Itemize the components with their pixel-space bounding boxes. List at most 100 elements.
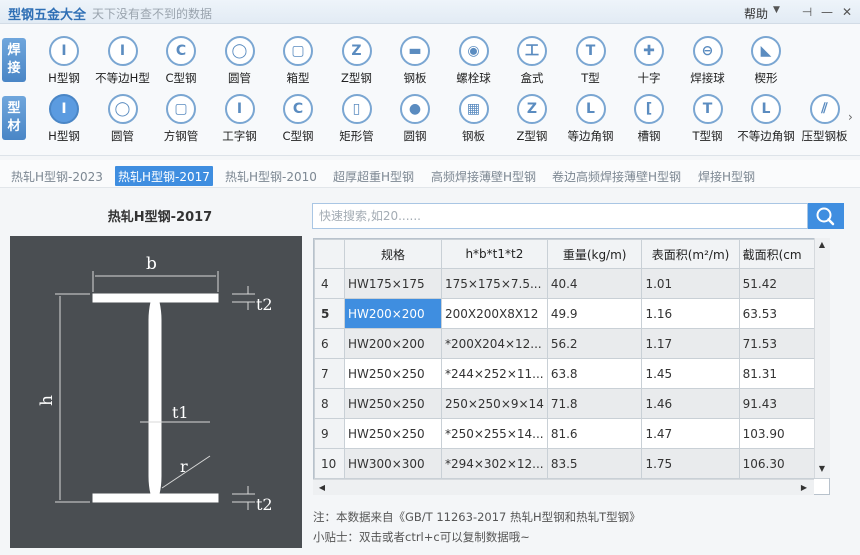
tool-row2-11[interactable]: T T型钢 bbox=[679, 94, 737, 150]
column-header[interactable]: 规格 bbox=[343, 239, 442, 269]
table-cell[interactable]: *200X204×12... bbox=[440, 328, 548, 359]
horizontal-scrollbar[interactable]: ◀ ▶ bbox=[313, 479, 814, 495]
table-cell[interactable]: 56.2 bbox=[546, 328, 643, 359]
table-cell[interactable]: 91.43 bbox=[738, 388, 823, 419]
tool-row2-9[interactable]: L 等边角钢 bbox=[562, 94, 620, 150]
row-index[interactable]: 7 bbox=[314, 358, 345, 389]
table-cell[interactable]: 40.4 bbox=[546, 268, 643, 299]
table-cell[interactable]: HW250×250 bbox=[343, 388, 442, 419]
column-header[interactable]: 重量(kg/m) bbox=[546, 239, 643, 269]
table-cell[interactable]: HW175×175 bbox=[343, 268, 442, 299]
table-cell[interactable]: 1.16 bbox=[641, 298, 740, 329]
vertical-scrollbar[interactable]: ▲ ▼ bbox=[814, 238, 830, 478]
column-header[interactable]: h*b*t1*t2 bbox=[440, 239, 548, 269]
table-cell[interactable]: HW200×200 bbox=[343, 298, 442, 329]
table-cell[interactable]: *294×302×12... bbox=[440, 448, 548, 479]
table-cell[interactable]: 1.47 bbox=[641, 418, 740, 449]
tool-row1-1[interactable]: I 不等边H型 bbox=[94, 36, 152, 92]
tool-row1-3[interactable]: ◯ 圆管 bbox=[211, 36, 269, 92]
scroll-down-icon[interactable]: ▼ bbox=[815, 464, 829, 473]
category-profile[interactable]: 型 材 bbox=[2, 96, 26, 140]
table-cell[interactable]: 175×175×7.5... bbox=[440, 268, 548, 299]
table-cell[interactable]: 250×250×9×14 bbox=[440, 388, 548, 419]
tool-row1-0[interactable]: I H型钢 bbox=[35, 36, 93, 92]
tool-row1-10[interactable]: ✚ 十字 bbox=[620, 36, 678, 92]
table-cell[interactable]: 71.53 bbox=[738, 328, 823, 359]
table-cell[interactable]: 1.01 bbox=[641, 268, 740, 299]
table-row[interactable]: 5 HW200×200 200X200X8X12 49.9 1.16 63.53 bbox=[314, 298, 829, 329]
tool-row2-7[interactable]: ▦ 钢板 bbox=[445, 94, 503, 150]
table-cell[interactable]: 63.53 bbox=[738, 298, 823, 329]
tool-row1-9[interactable]: T T型 bbox=[562, 36, 620, 92]
table-row[interactable]: 8 HW250×250 250×250×9×14 71.8 1.46 91.43 bbox=[314, 388, 829, 419]
table-cell[interactable]: 49.9 bbox=[546, 298, 643, 329]
table-cell[interactable]: *244×252×11... bbox=[440, 358, 548, 389]
scroll-left-icon[interactable]: ◀ bbox=[315, 483, 329, 492]
table-cell[interactable]: 1.45 bbox=[641, 358, 740, 389]
row-index[interactable]: 8 bbox=[314, 388, 345, 419]
table-cell[interactable]: 63.8 bbox=[546, 358, 643, 389]
table-cell[interactable]: 1.17 bbox=[641, 328, 740, 359]
subtab-5[interactable]: 卷边高频焊接薄壁H型钢 bbox=[549, 166, 684, 186]
subtab-2[interactable]: 热轧H型钢-2010 bbox=[222, 166, 320, 186]
table-cell[interactable]: 200X200X8X12 bbox=[440, 298, 548, 329]
table-cell[interactable]: HW300×300 bbox=[343, 448, 442, 479]
tool-row2-2[interactable]: ▢ 方钢管 bbox=[152, 94, 210, 150]
table-cell[interactable]: HW250×250 bbox=[343, 358, 442, 389]
scroll-up-icon[interactable]: ▲ bbox=[815, 240, 829, 249]
tool-row1-4[interactable]: ▢ 箱型 bbox=[269, 36, 327, 92]
search-input[interactable] bbox=[312, 203, 808, 229]
scroll-right-icon[interactable]: ▶ bbox=[797, 483, 811, 492]
tool-row2-5[interactable]: ▯ 矩形管 bbox=[328, 94, 386, 150]
pin-icon[interactable]: ⊣ bbox=[798, 3, 816, 21]
table-cell[interactable]: 51.42 bbox=[738, 268, 823, 299]
tool-row2-1[interactable]: ◯ 圆管 bbox=[94, 94, 152, 150]
tool-row2-10[interactable]: [槽钢 bbox=[620, 94, 678, 150]
table-cell[interactable]: 81.6 bbox=[546, 418, 643, 449]
tool-row1-11[interactable]: ⊖ 焊接球 bbox=[679, 36, 737, 92]
tool-row2-8[interactable]: Z Z型钢 bbox=[503, 94, 561, 150]
table-row[interactable]: 9 HW250×250 *250×255×14... 81.6 1.47 103.90 bbox=[314, 418, 829, 449]
tool-row1-12[interactable]: ◣ 楔形 bbox=[737, 36, 795, 92]
table-cell[interactable]: 106.30 bbox=[738, 448, 823, 479]
column-header[interactable]: 截面积(cm bbox=[738, 239, 823, 269]
subtab-6[interactable]: 焊接H型钢 bbox=[695, 166, 758, 186]
tool-row2-12[interactable]: L 不等边角钢 bbox=[737, 94, 795, 150]
table-cell[interactable]: 81.31 bbox=[738, 358, 823, 389]
subtab-4[interactable]: 高频焊接薄壁H型钢 bbox=[428, 166, 539, 186]
row-index[interactable]: 4 bbox=[314, 268, 345, 299]
row-index[interactable]: 5 bbox=[314, 298, 345, 329]
table-cell[interactable]: HW250×250 bbox=[343, 418, 442, 449]
row-index[interactable]: 6 bbox=[314, 328, 345, 359]
subtab-0[interactable]: 热轧H型钢-2023 bbox=[8, 166, 106, 186]
subtab-1[interactable]: 热轧H型钢-2017 bbox=[115, 166, 213, 186]
search-button[interactable] bbox=[808, 203, 844, 229]
category-welded[interactable]: 焊 接 bbox=[2, 38, 26, 82]
table-cell[interactable]: 1.75 bbox=[641, 448, 740, 479]
table-cell[interactable]: 71.8 bbox=[546, 388, 643, 419]
table-cell[interactable]: 103.90 bbox=[738, 418, 823, 449]
tool-row2-4[interactable]: C C型钢 bbox=[269, 94, 327, 150]
tool-row1-5[interactable]: Z Z型钢 bbox=[328, 36, 386, 92]
tool-row1-7[interactable]: ◉ 螺栓球 bbox=[445, 36, 503, 92]
table-row[interactable]: 6 HW200×200 *200X204×12... 56.2 1.17 71.53 bbox=[314, 328, 829, 359]
tool-row2-0[interactable]: I H型钢 bbox=[35, 94, 93, 150]
table-cell[interactable]: 83.5 bbox=[546, 448, 643, 479]
tool-row2-13[interactable]: ⫽ 压型钢板 bbox=[796, 94, 854, 150]
table-row[interactable]: 4 HW175×175 175×175×7.5... 40.4 1.01 51.42 bbox=[314, 268, 829, 299]
tool-row1-6[interactable]: ▬ 钢板 bbox=[386, 36, 444, 92]
table-cell[interactable]: HW200×200 bbox=[343, 328, 442, 359]
chevron-down-icon[interactable]: ▼ bbox=[773, 5, 780, 15]
tool-row2-3[interactable]: I 工字钢 bbox=[211, 94, 269, 150]
table-row[interactable]: 7 HW250×250 *244×252×11... 63.8 1.45 81.31 bbox=[314, 358, 829, 389]
column-header[interactable]: 表面积(m²/m) bbox=[641, 239, 740, 269]
row-index[interactable]: 10 bbox=[314, 448, 345, 479]
tool-row2-6[interactable]: ● 圆钢 bbox=[386, 94, 444, 150]
row-index[interactable]: 9 bbox=[314, 418, 345, 449]
tool-row1-2[interactable]: C C型钢 bbox=[152, 36, 210, 92]
tool-row1-8[interactable]: 工盒式 bbox=[503, 36, 561, 92]
close-button[interactable]: ✕ bbox=[838, 3, 856, 21]
table-row[interactable]: 10 HW300×300 *294×302×12... 83.5 1.75 106.30 bbox=[314, 448, 829, 479]
help-menu[interactable]: 帮助 bbox=[744, 5, 768, 22]
table-cell[interactable]: *250×255×14... bbox=[440, 418, 548, 449]
